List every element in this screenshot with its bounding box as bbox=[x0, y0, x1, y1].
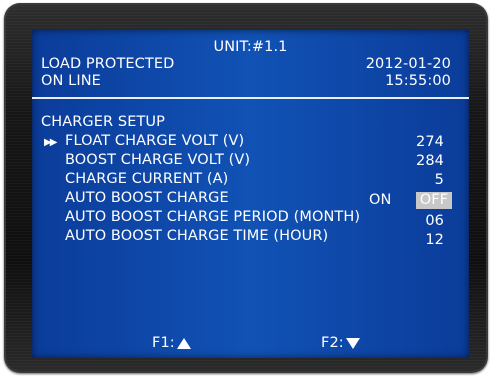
f1-up-button[interactable]: F1: bbox=[152, 335, 191, 352]
date-display: 2012-01-20 bbox=[365, 56, 451, 72]
auto-boost-time-value: 12 bbox=[425, 232, 444, 248]
status-load-protected: LOAD PROTECTED bbox=[41, 56, 175, 72]
f2-down-button[interactable]: F2: bbox=[321, 335, 360, 352]
menu-item-label: AUTO BOOST CHARGE PERIOD (MONTH) bbox=[65, 209, 361, 225]
auto-boost-period-value: 06 bbox=[425, 213, 444, 229]
double-right-arrow-icon: ▶▶ bbox=[44, 137, 57, 148]
triangle-up-icon bbox=[176, 337, 191, 349]
triangle-down-icon bbox=[345, 337, 360, 349]
f2-label: F2: bbox=[321, 335, 344, 351]
menu-item-label: AUTO BOOST CHARGE bbox=[65, 190, 229, 206]
time-display: 15:55:00 bbox=[385, 73, 451, 89]
menu-item-label: CHARGE CURRENT (A) bbox=[65, 171, 229, 187]
status-on-line: ON LINE bbox=[41, 73, 101, 89]
float-charge-volt-value: 274 bbox=[416, 134, 444, 150]
auto-boost-off-option[interactable]: OFF bbox=[416, 192, 452, 209]
auto-boost-on-option[interactable]: ON bbox=[369, 192, 391, 209]
menu-item-label: AUTO BOOST CHARGE TIME (HOUR) bbox=[65, 228, 329, 244]
f1-label: F1: bbox=[152, 335, 175, 351]
menu-item-label: FLOAT CHARGE VOLT (V) bbox=[65, 133, 245, 149]
status-header: UNIT:#1.1 LOAD PROTECTED ON LINE 2012-01… bbox=[32, 30, 469, 99]
lcd-screen: UNIT:#1.1 LOAD PROTECTED ON LINE 2012-01… bbox=[32, 30, 469, 358]
menu-title: CHARGER SETUP bbox=[41, 114, 165, 130]
monitor-bezel: UNIT:#1.1 LOAD PROTECTED ON LINE 2012-01… bbox=[4, 3, 488, 373]
charge-current-value: 5 bbox=[434, 172, 444, 188]
menu-item-label: BOOST CHARGE VOLT (V) bbox=[65, 152, 251, 168]
boost-charge-volt-value: 284 bbox=[416, 153, 444, 169]
unit-id: UNIT:#1.1 bbox=[213, 39, 288, 55]
